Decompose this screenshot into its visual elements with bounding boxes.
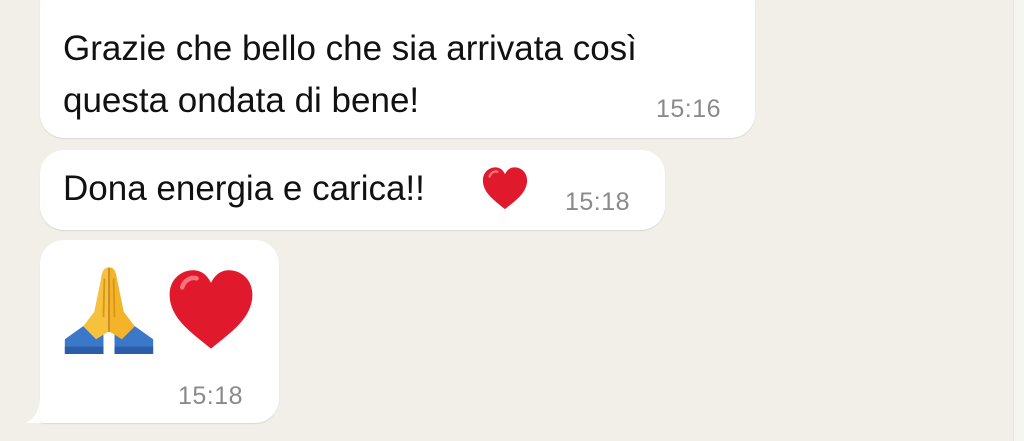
folded-hands-icon <box>64 267 154 354</box>
message-text: Dona energia e carica!! <box>63 169 425 208</box>
message-bubble[interactable]: Grazie che bello che sia arrivata così q… <box>40 0 755 138</box>
message-timestamp: 15:16 <box>656 95 722 123</box>
message-timestamp: 15:18 <box>178 382 244 410</box>
red-heart-icon <box>482 167 528 210</box>
chat-area: Grazie che bello che sia arrivata così q… <box>0 0 1024 441</box>
message-text: questa ondata di bene! <box>63 81 420 120</box>
scrollbar[interactable] <box>1013 0 1024 441</box>
message-timestamp: 15:18 <box>565 188 631 216</box>
message-text: Grazie che bello che sia arrivata così <box>63 29 637 68</box>
message-bubble[interactable]: Dona energia e carica!! 15:18 <box>40 150 665 230</box>
red-heart-icon <box>169 270 253 349</box>
